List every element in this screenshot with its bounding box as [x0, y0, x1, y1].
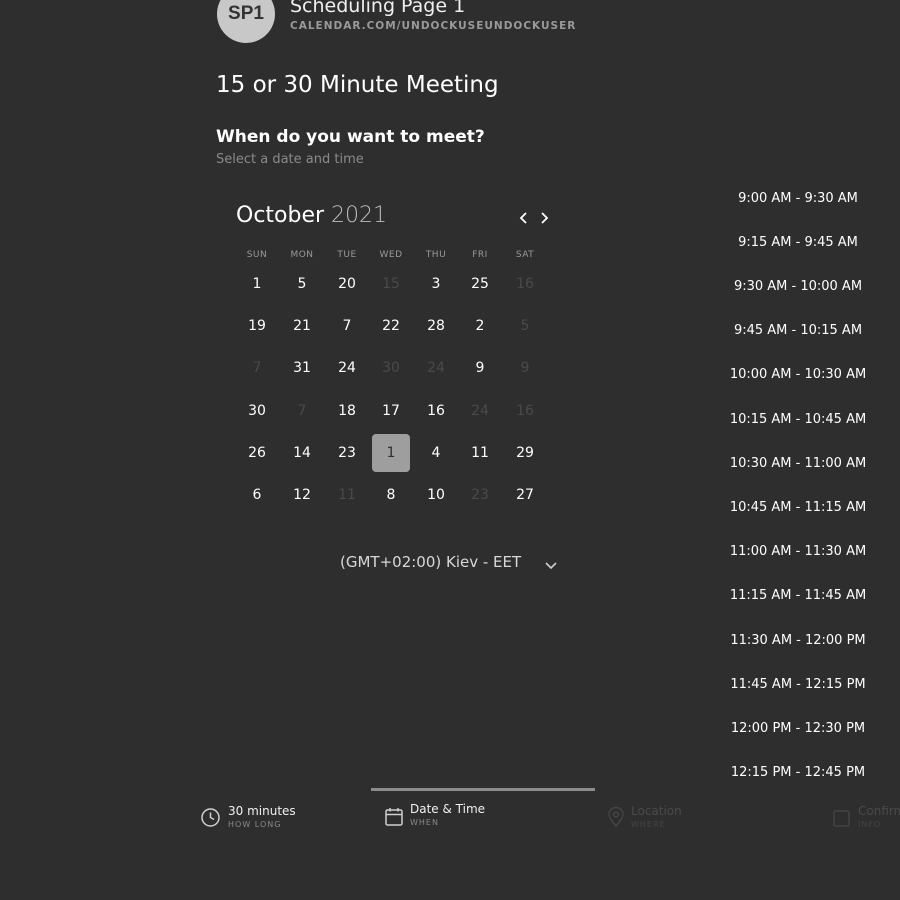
calendar-day[interactable]: 21: [283, 307, 321, 345]
calendar-day[interactable]: 8: [372, 476, 410, 514]
step-sublabel: HOW LONG: [228, 820, 282, 829]
calendar-day[interactable]: 30: [238, 392, 276, 430]
calendar-day[interactable]: 24: [328, 349, 366, 387]
time-slot-button[interactable]: 11:30 AM - 12:00 PM: [720, 625, 876, 655]
step-label: 30 minutes: [228, 804, 296, 818]
step-sublabel: INFO: [858, 820, 882, 829]
time-slot-button[interactable]: 11:45 AM - 12:15 PM: [720, 669, 876, 699]
calendar-day[interactable]: 3: [417, 265, 455, 303]
calendar-day: 16: [516, 276, 534, 292]
chevron-right-icon: [541, 212, 549, 224]
question-heading: When do you want to meet?: [216, 127, 485, 147]
time-slot-button[interactable]: 10:00 AM - 10:30 AM: [720, 360, 876, 390]
clock-icon: [201, 808, 220, 827]
calendar-day: 15: [382, 276, 400, 292]
avatar: SP1: [217, 0, 275, 43]
active-step-indicator: [371, 788, 595, 791]
scheduling-page-title: Scheduling Page 1: [290, 0, 466, 17]
weekday-label: THU: [425, 250, 447, 260]
calendar-day[interactable]: 18: [328, 392, 366, 430]
calendar-day[interactable]: 2: [461, 307, 499, 345]
step-label: Date & Time: [410, 802, 486, 816]
calendar-day[interactable]: 4: [417, 434, 455, 472]
calendar-day[interactable]: 5: [283, 265, 321, 303]
calendar-day-selected[interactable]: 1: [372, 434, 410, 472]
time-slot-button[interactable]: 12:15 PM - 12:45 PM: [720, 758, 876, 788]
next-month-button[interactable]: [536, 208, 554, 228]
step-confirm[interactable]: Confirm INFO: [832, 806, 900, 836]
calendar-day: 24: [471, 403, 489, 419]
weekday-label: FRI: [472, 250, 488, 260]
calendar-day: 30: [382, 360, 400, 376]
time-slot-button[interactable]: 10:45 AM - 11:15 AM: [720, 492, 876, 522]
calendar-day[interactable]: 19: [238, 307, 276, 345]
calendar-day: 7: [297, 403, 307, 419]
previous-month-button[interactable]: [515, 208, 533, 228]
calendar-day: 23: [471, 487, 489, 503]
time-slot-button[interactable]: 9:00 AM - 9:30 AM: [720, 183, 876, 213]
weekday-label: TUE: [337, 250, 357, 260]
time-slot-button[interactable]: 10:15 AM - 10:45 AM: [720, 404, 876, 434]
calendar-day[interactable]: 16: [417, 392, 455, 430]
step-sublabel: WHEN: [410, 818, 439, 827]
step-sublabel: WHERE: [631, 820, 666, 829]
step-label: Location: [631, 804, 682, 818]
calendar-day[interactable]: 7: [328, 307, 366, 345]
time-slot-button[interactable]: 12:00 PM - 12:30 PM: [720, 713, 876, 743]
timezone-dropdown-button[interactable]: [544, 557, 558, 576]
timezone-select[interactable]: (GMT+02:00) Kiev - EET: [340, 553, 521, 571]
location-pin-icon: [608, 806, 624, 828]
calendar-day[interactable]: 1: [238, 265, 276, 303]
calendar-day[interactable]: 29: [506, 434, 544, 472]
calendar-month-label: October 2021: [236, 203, 387, 228]
chevron-left-icon: [519, 212, 527, 224]
calendar-day: 11: [338, 487, 356, 503]
question-subtitle: Select a date and time: [216, 152, 364, 167]
step-label: Confirm: [858, 806, 900, 818]
weekday-label: SAT: [515, 250, 535, 260]
calendar-day[interactable]: 20: [328, 265, 366, 303]
confirm-icon: [833, 810, 850, 827]
weekday-label: SUN: [246, 250, 268, 260]
calendar-day[interactable]: 25: [461, 265, 499, 303]
time-slot-button[interactable]: 11:15 AM - 11:45 AM: [720, 581, 876, 611]
calendar-day[interactable]: 6: [238, 476, 276, 514]
weekday-label: WED: [379, 250, 403, 260]
calendar-day: 16: [516, 403, 534, 419]
calendar-day[interactable]: 14: [283, 434, 321, 472]
calendar-day[interactable]: 31: [283, 349, 321, 387]
calendar-day: 5: [520, 318, 530, 334]
calendar-day[interactable]: 9: [461, 349, 499, 387]
weekday-label: MON: [290, 250, 314, 260]
scheduling-page-url[interactable]: CALENDAR.COM/UNDOCKUSEUNDOCKUSER: [290, 20, 576, 32]
chevron-down-icon: [545, 562, 557, 570]
calendar-day: 24: [427, 360, 445, 376]
calendar-day: 7: [252, 360, 262, 376]
calendar-day[interactable]: 10: [417, 476, 455, 514]
time-slot-button[interactable]: 11:00 AM - 11:30 AM: [720, 537, 876, 567]
calendar-day[interactable]: 26: [238, 434, 276, 472]
calendar-day[interactable]: 22: [372, 307, 410, 345]
calendar-day[interactable]: 12: [283, 476, 321, 514]
time-slot-button[interactable]: 10:30 AM - 11:00 AM: [720, 448, 876, 478]
calendar-day[interactable]: 23: [328, 434, 366, 472]
calendar-year: 2021: [331, 203, 388, 228]
time-slot-button[interactable]: 9:15 AM - 9:45 AM: [720, 227, 876, 257]
calendar-day[interactable]: 28: [417, 307, 455, 345]
calendar-day[interactable]: 17: [372, 392, 410, 430]
time-slot-button[interactable]: 9:30 AM - 10:00 AM: [720, 271, 876, 301]
calendar-day[interactable]: 11: [461, 434, 499, 472]
meeting-title: 15 or 30 Minute Meeting: [216, 72, 499, 98]
calendar-day: 9: [520, 360, 530, 376]
calendar-month: October: [236, 203, 325, 228]
time-slot-button[interactable]: 9:45 AM - 10:15 AM: [720, 316, 876, 346]
calendar-icon: [385, 808, 403, 826]
calendar-day[interactable]: 27: [506, 476, 544, 514]
